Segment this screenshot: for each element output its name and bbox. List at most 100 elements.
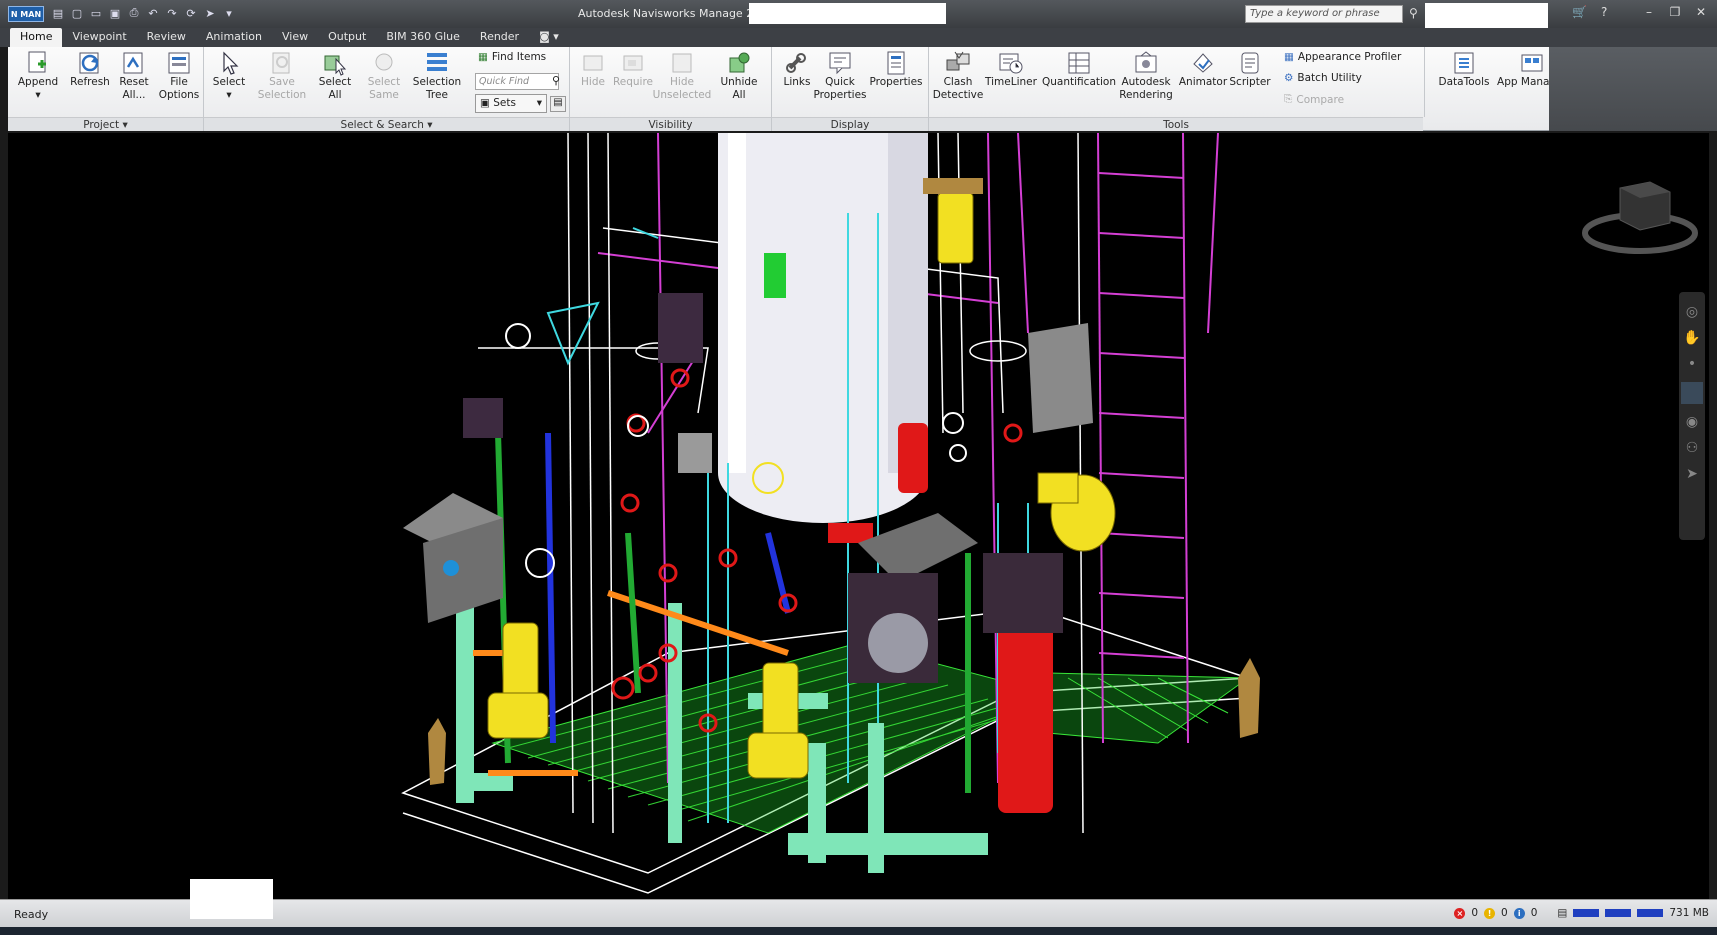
unhide-all-button[interactable]: Unhide All [714, 50, 764, 102]
red-filter [898, 423, 928, 493]
timeliner-button[interactable]: TimeLiner [985, 50, 1037, 89]
qat-dropdown-icon[interactable]: ▾ [221, 5, 237, 21]
quantification-button[interactable]: Quantification [1042, 50, 1116, 89]
properties-button[interactable]: Properties [869, 50, 923, 89]
web-server-bar-icon [1637, 909, 1664, 917]
panel-divider [1424, 47, 1425, 117]
close-icon[interactable]: ✕ [1693, 5, 1709, 19]
select-cursor-icon[interactable]: ➤ [202, 5, 218, 21]
pan-hand-icon[interactable]: ✋ [1683, 330, 1700, 346]
quick-properties-button[interactable]: Quick Properties [813, 50, 867, 102]
unhide-all-icon [726, 50, 752, 76]
autodesk-rendering-button[interactable]: Autodesk Rendering [1115, 50, 1177, 102]
taskbar-strip [0, 927, 1717, 935]
sheet-browser-icon[interactable]: ▤ [1557, 907, 1567, 919]
panel-project: Append ▾ Refresh Reset All... File Optio… [8, 47, 204, 131]
viewcube[interactable] [1580, 178, 1700, 261]
tab-view[interactable]: View [272, 28, 318, 47]
require-button[interactable]: Require [608, 50, 658, 89]
select-all-icon [322, 50, 348, 76]
disk-bar-icon [1605, 909, 1632, 917]
tab-extra-icon[interactable]: ◙ ▾ [529, 28, 569, 47]
reset-icon [121, 50, 147, 76]
refresh-icon[interactable]: ⟳ [183, 5, 199, 21]
tab-render[interactable]: Render [470, 28, 529, 47]
options-icon[interactable]: ▤ [50, 5, 66, 21]
save-selection-button[interactable]: Save Selection [257, 50, 307, 102]
look-icon[interactable]: ◉ [1686, 414, 1698, 430]
error-icon[interactable]: × [1454, 907, 1466, 919]
cart-icon[interactable]: 🛒 [1572, 5, 1587, 19]
clash-detective-icon [945, 50, 971, 76]
panel-tools-label: Tools [929, 117, 1423, 131]
undo-icon[interactable]: ↶ [145, 5, 161, 21]
tab-review[interactable]: Review [137, 28, 196, 47]
scripter-button[interactable]: Scripter [1225, 50, 1275, 89]
link-icon [784, 50, 810, 76]
compare-button[interactable]: ⎘ Compare [1284, 93, 1344, 106]
help-icon[interactable]: ? [1601, 5, 1607, 19]
appearance-profiler-button[interactable]: ▦ Appearance Profiler [1284, 51, 1401, 63]
binoculars-icon[interactable]: ⚲ [1409, 6, 1418, 20]
application-menu-button[interactable]: N MAN [8, 6, 44, 22]
tab-output[interactable]: Output [318, 28, 376, 47]
info-icon[interactable]: i [1513, 907, 1525, 919]
tab-viewpoint[interactable]: Viewpoint [62, 28, 136, 47]
append-button[interactable]: Append ▾ [13, 50, 63, 102]
tab-home[interactable]: Home [10, 28, 63, 47]
find-items-button[interactable]: ▦ Find Items [478, 51, 546, 63]
quick-find-search-icon[interactable]: ⚲ [552, 74, 560, 87]
minimize-icon[interactable]: – [1641, 5, 1657, 19]
require-icon [620, 50, 646, 76]
zoom-icon[interactable]: • [1688, 356, 1696, 372]
select-same-icon [371, 50, 397, 76]
select-all-button[interactable]: Select All [310, 50, 360, 102]
quantification-icon [1066, 50, 1092, 76]
selection-tree-button[interactable]: Selection Tree [412, 50, 462, 102]
restore-icon[interactable]: ❐ [1667, 5, 1683, 19]
reset-all-button[interactable]: Reset All... [109, 50, 159, 102]
open-icon[interactable]: ▭ [88, 5, 104, 21]
hide-unselected-icon [669, 50, 695, 76]
walk-icon[interactable]: ⚇ [1686, 440, 1699, 456]
save-icon[interactable]: ▣ [107, 5, 123, 21]
status-indicators: × 0 ! 0 i 0 ▤ 731 MB [1454, 907, 1709, 919]
refresh-button[interactable]: Refresh [65, 50, 115, 89]
timeliner-icon [998, 50, 1024, 76]
select-same-button[interactable]: Select Same [359, 50, 409, 102]
scene-viewport[interactable]: ◎ ✋ • ◉ ⚇ ➤ [8, 133, 1709, 899]
tab-animation[interactable]: Animation [196, 28, 272, 47]
clash-detective-button[interactable]: Clash Detective [933, 50, 983, 102]
batch-utility-button[interactable]: ⚙ Batch Utility [1284, 72, 1362, 84]
batch-utility-icon: ⚙ [1284, 72, 1294, 84]
orbit-icon[interactable] [1681, 382, 1703, 404]
help-search-input[interactable]: Type a keyword or phrase [1245, 5, 1403, 23]
sets-dropdown[interactable]: ▣ Sets ▾ [475, 94, 547, 113]
new-icon[interactable]: ▢ [69, 5, 85, 21]
title-bar: N MAN ▤ ▢ ▭ ▣ ⎙ ↶ ↷ ⟳ ➤ ▾ Autodesk Navis… [0, 0, 1717, 33]
pencil-bar-icon [1573, 909, 1600, 917]
redo-icon[interactable]: ↷ [164, 5, 180, 21]
tab-bim360-glue[interactable]: BIM 360 Glue [376, 28, 470, 47]
hide-unselected-button[interactable]: Hide Unselected [653, 50, 711, 102]
chevron-down-icon: ▾ [536, 97, 542, 109]
panel-project-label[interactable]: Project ▾ [8, 117, 203, 131]
animator-button[interactable]: Animator [1178, 50, 1228, 89]
select-button[interactable]: Select ▾ [204, 50, 254, 102]
datatools-button[interactable]: DataTools [1434, 50, 1494, 89]
panel-select-search: Select ▾ Save Selection Select All Selec… [204, 47, 570, 131]
select-cursor-icon[interactable]: ➤ [1686, 466, 1698, 482]
sets-icon: ▣ [480, 97, 490, 109]
panel-select-search-label[interactable]: Select & Search ▾ [204, 117, 569, 131]
print-icon[interactable]: ⎙ [126, 5, 142, 21]
steering-wheel-icon[interactable]: ◎ [1686, 304, 1698, 320]
properties-icon [883, 50, 909, 76]
file-options-button[interactable]: File Options [154, 50, 204, 102]
manage-sets-icon[interactable]: ▤ [550, 96, 566, 112]
quick-find-input[interactable]: Quick Find [475, 73, 559, 90]
model-scene[interactable] [8, 133, 1709, 899]
ribbon-empty-area [1549, 47, 1717, 131]
find-items-icon: ▦ [478, 51, 488, 63]
warning-icon[interactable]: ! [1484, 907, 1496, 919]
file-options-icon [166, 50, 192, 76]
